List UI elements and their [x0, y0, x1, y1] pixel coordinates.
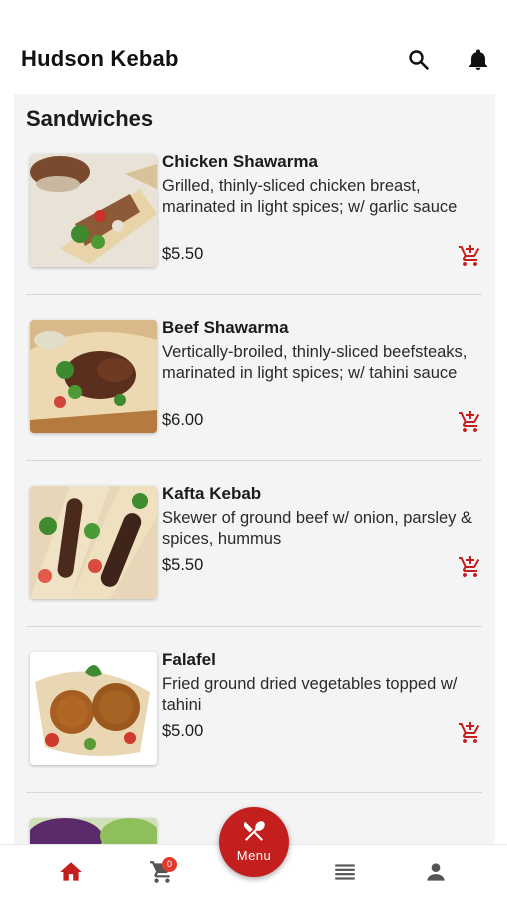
item-description: Grilled, thinly-sliced chicken breast, m… — [162, 177, 458, 216]
item-image-beef-shawarma — [30, 320, 157, 433]
app-header: Hudson Kebab — [0, 0, 507, 94]
cart-count-badge: 0 — [162, 857, 177, 872]
item-name: Beef Shawarma — [162, 318, 289, 337]
item-price: $6.00 — [162, 411, 204, 429]
item-description: Skewer of ground beef w/ onion, parsley … — [162, 509, 473, 548]
menu-content[interactable]: Sandwiches Chicken Shawarma Grilled, thi… — [14, 94, 495, 844]
menu-item[interactable]: Kafta Kebab Skewer of ground beef w/ oni… — [26, 461, 482, 627]
item-price: $5.00 — [162, 722, 204, 740]
menu-item[interactable]: Chicken Shawarma Grilled, thinly-sliced … — [26, 152, 482, 295]
item-image-partial — [30, 818, 157, 844]
item-description: Vertically-broiled, thinly-sliced beefst… — [162, 343, 468, 382]
profile-icon[interactable] — [423, 859, 449, 885]
item-price: $5.50 — [162, 556, 204, 574]
item-image-chicken-shawarma — [30, 154, 157, 267]
app-title: Hudson Kebab — [21, 46, 179, 71]
add-to-cart-icon[interactable] — [458, 410, 482, 434]
menu-item[interactable]: Beef Shawarma Vertically-broiled, thinly… — [26, 295, 482, 461]
add-to-cart-icon[interactable] — [458, 721, 482, 745]
home-icon[interactable] — [58, 859, 84, 885]
bell-icon[interactable] — [466, 48, 490, 72]
item-description: Fried ground dried vegetables topped w/ … — [162, 675, 458, 714]
add-to-cart-icon[interactable] — [458, 244, 482, 268]
add-to-cart-icon[interactable] — [458, 555, 482, 579]
menu-fab-label: Menu — [236, 848, 272, 863]
menu-fab-icon — [243, 821, 265, 841]
item-image-kafta-kebab — [30, 486, 157, 599]
item-name: Chicken Shawarma — [162, 152, 318, 171]
item-name: Kafta Kebab — [162, 484, 262, 503]
search-icon[interactable] — [407, 48, 431, 72]
menu-fab-button[interactable]: Menu — [219, 807, 289, 877]
list-icon[interactable] — [332, 859, 358, 885]
section-title: Sandwiches — [26, 106, 154, 131]
item-image-falafel — [30, 652, 157, 765]
item-name: Falafel — [162, 650, 216, 669]
menu-item[interactable]: Falafel Fried ground dried vegetables to… — [26, 627, 482, 793]
item-price: $5.50 — [162, 245, 204, 263]
